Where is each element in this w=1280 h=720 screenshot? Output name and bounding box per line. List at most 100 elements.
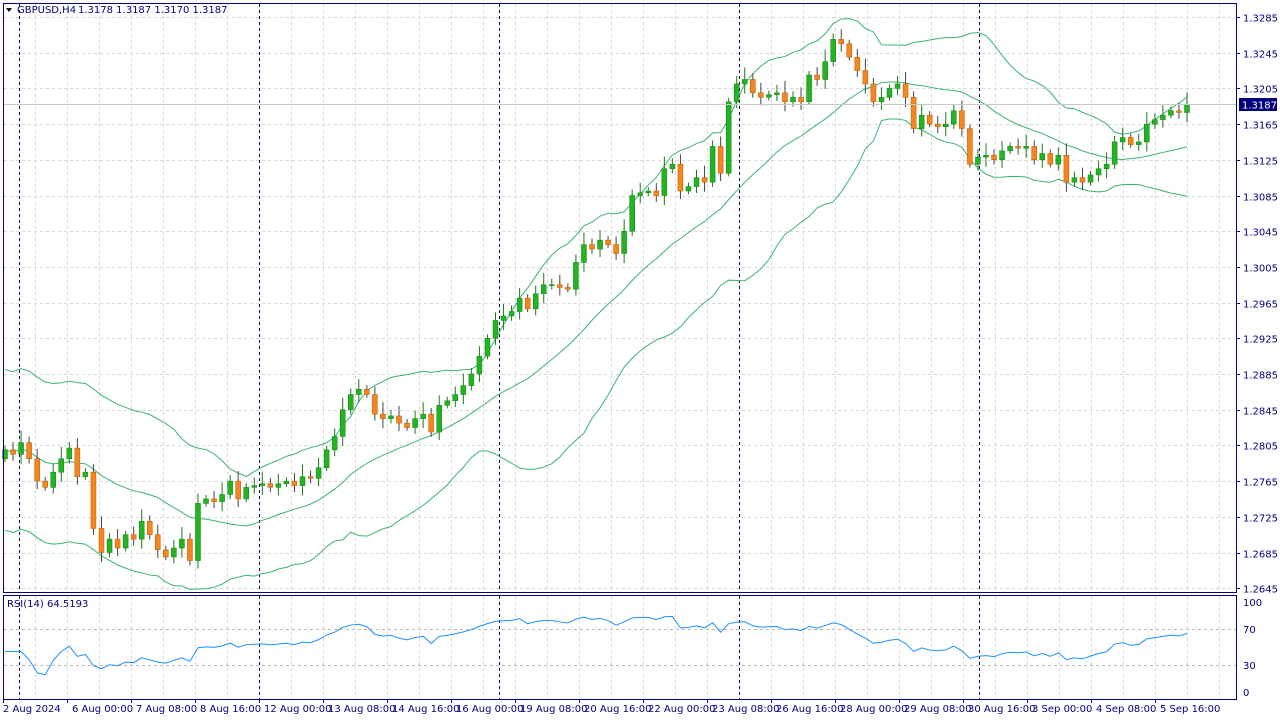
bear-candle (98, 528, 105, 553)
bull-candle (227, 480, 233, 495)
bear-candle (42, 480, 48, 488)
bear-candle (1063, 155, 1070, 183)
time-tick-label: 29 Aug 08:00 (904, 704, 971, 715)
bear-candle (211, 498, 217, 502)
bull-candle (179, 538, 185, 549)
bear-candle (291, 480, 298, 486)
bull-candle (412, 418, 418, 428)
bear-candle (589, 244, 595, 250)
trading-chart[interactable]: 1.3285 1.3245 1.3205 1.3165 1.3125 1.3085 1.30… (0, 0, 1280, 720)
bull-candle (766, 94, 772, 98)
bull-candle (983, 155, 989, 158)
bull-candle (999, 150, 1005, 161)
bear-candle (380, 413, 386, 419)
grid (4, 4, 1236, 699)
bull-candle (1103, 164, 1110, 169)
bull-candle (339, 409, 346, 437)
rsi-level-label: 70 (1243, 625, 1256, 636)
bull-candle (106, 538, 113, 553)
bear-candle (677, 164, 684, 192)
time-tick-label: 20 Aug 16:00 (584, 704, 651, 715)
bull-candle (1055, 155, 1062, 165)
bull-candle (1144, 123, 1150, 143)
bull-candle (621, 230, 627, 254)
bull-candle (476, 355, 483, 375)
time-tick-label: 30 Aug 16:00 (968, 704, 1035, 715)
price-tick-label: 1.3165 (1243, 121, 1278, 132)
price-tick-label: 1.2645 (1243, 585, 1278, 596)
bear-candle (902, 83, 909, 98)
time-tick-label: 13 Aug 08:00 (328, 704, 395, 715)
bull-candle (243, 487, 249, 500)
bull-candle (66, 447, 73, 460)
bull-candle (500, 315, 507, 321)
bear-candle (605, 239, 611, 245)
bull-candle (951, 110, 957, 125)
bear-candle (862, 70, 869, 85)
bull-candle (629, 195, 635, 232)
bear-candle (1031, 146, 1037, 161)
bear-candle (613, 244, 619, 254)
bull-candle (1152, 119, 1158, 125)
bear-candle (114, 538, 121, 549)
bull-candle (549, 284, 555, 286)
bear-candle (846, 43, 853, 58)
bear-candle (34, 458, 40, 482)
bollinger-lower-band (4, 118, 1188, 590)
bear-candle (1127, 137, 1134, 145)
price-tick-label: 1.2765 (1243, 478, 1278, 489)
bull-candle (725, 101, 732, 174)
bull-candle (645, 190, 652, 194)
bear-candle (798, 97, 804, 103)
price-tick-label: 1.2685 (1243, 550, 1278, 561)
rsi-pane-frame (3, 595, 1237, 700)
bear-candle (364, 388, 370, 395)
bear-candle (565, 287, 571, 290)
bull-candle (203, 498, 209, 504)
bear-candle (524, 297, 531, 310)
bull-candle (138, 521, 145, 540)
price-tick-label: 1.3005 (1243, 264, 1278, 275)
bull-candle (1095, 168, 1102, 176)
bull-candle (1111, 141, 1118, 165)
bear-candle (934, 123, 941, 128)
current-price-label: 1.3187 (1242, 101, 1277, 112)
bull-candle (1136, 141, 1142, 145)
bear-candle (404, 422, 410, 428)
bull-candle (122, 534, 129, 549)
rsi-polyline (5, 615, 1188, 676)
bear-candle (1047, 153, 1054, 165)
bull-candle (540, 284, 547, 294)
price-tick-label: 1.2925 (1243, 335, 1278, 346)
bear-candle (1015, 146, 1021, 149)
time-axis[interactable]: 2 Aug 2024 6 Aug 00:00 7 Aug 08:00 8 Aug 16… (3, 699, 1220, 715)
bull-candle (1168, 110, 1174, 116)
bull-candle (444, 400, 450, 406)
bull-candle (388, 415, 394, 419)
bull-candle (219, 494, 225, 502)
bear-candle (991, 155, 997, 161)
bull-candle (637, 192, 643, 196)
rsi-level-label: 100 (1243, 598, 1262, 609)
rsi-level-label: 30 (1243, 661, 1256, 672)
bull-candle (356, 388, 362, 395)
rsi-label: RSI(14) 64.5193 (7, 599, 88, 610)
bull-candle (918, 114, 925, 129)
bull-candle (323, 449, 330, 468)
bear-candle (838, 39, 844, 45)
bull-candle (259, 483, 266, 486)
bear-candle (750, 79, 756, 94)
collapse-triangle-icon[interactable] (6, 8, 12, 12)
bear-candle (870, 83, 877, 103)
chart-symbol: GBPUSD,H4 (17, 5, 76, 16)
bull-candle (733, 83, 740, 103)
bull-candle (878, 97, 885, 103)
bear-candle (557, 284, 563, 288)
bear-candle (130, 534, 137, 540)
bull-candle (315, 467, 322, 479)
bull-candle (975, 156, 981, 165)
bull-candle (348, 394, 354, 410)
bull-candle (1039, 153, 1046, 161)
bull-candle (830, 39, 836, 62)
rsi-level-label: 0 (1243, 688, 1249, 699)
